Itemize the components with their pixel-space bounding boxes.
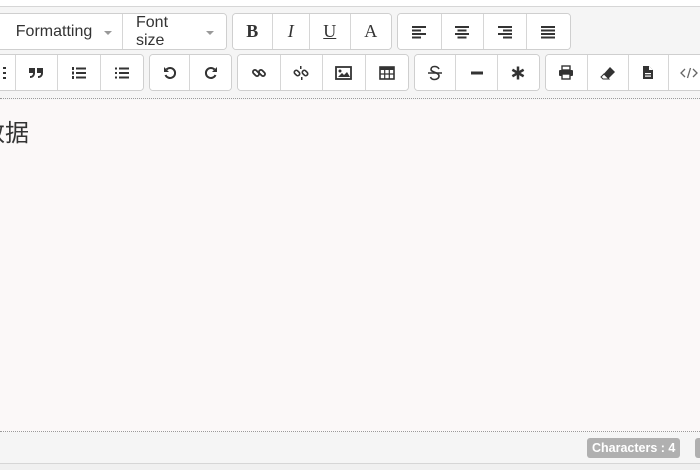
link-icon — [251, 68, 266, 77]
block-group — [0, 54, 144, 91]
strikethrough-button[interactable] — [415, 55, 457, 90]
insert-group — [237, 54, 409, 91]
strikethrough-icon — [428, 65, 443, 80]
align-right-icon — [497, 25, 512, 38]
unlink-button[interactable] — [280, 55, 323, 90]
chevron-down-icon — [104, 30, 113, 35]
formatting-label: Formatting — [15, 22, 93, 40]
eraser-icon — [600, 66, 615, 79]
align-justify-button[interactable] — [526, 14, 570, 49]
blockquote-button[interactable] — [15, 55, 59, 90]
image-button[interactable] — [323, 55, 366, 90]
redo-button[interactable] — [190, 55, 231, 90]
eraser-button[interactable] — [587, 55, 629, 90]
undo-button[interactable] — [150, 55, 191, 90]
code-icon — [679, 67, 698, 78]
special-char-button[interactable] — [497, 55, 539, 90]
quote-icon — [29, 67, 44, 78]
character-count-badge: Characters : 4 — [587, 438, 681, 458]
bold-label: B — [246, 21, 259, 41]
link-button[interactable] — [238, 55, 281, 90]
italic-label: I — [287, 21, 294, 41]
source-code-button[interactable] — [668, 55, 700, 90]
document-button[interactable] — [629, 55, 669, 90]
misc-group — [414, 54, 540, 91]
editor-text[interactable]: 数据 — [0, 113, 29, 148]
unordered-list-icon — [114, 67, 129, 78]
align-left-icon — [412, 25, 427, 38]
status-bar: Characters : 4 — [0, 433, 700, 463]
editor-content-area[interactable]: 数据 — [0, 100, 700, 432]
unordered-list-button[interactable] — [100, 55, 143, 90]
print-button[interactable] — [546, 55, 588, 90]
bold-button[interactable]: B — [233, 14, 273, 49]
document-icon — [643, 66, 654, 79]
tools-group — [545, 54, 700, 91]
undo-icon — [163, 66, 176, 79]
align-center-icon — [455, 25, 470, 38]
text-style-group: B I U A — [232, 13, 392, 50]
formatting-dropdown[interactable]: Formatting — [0, 14, 123, 49]
unlink-icon — [293, 65, 309, 80]
italic-button[interactable]: I — [272, 14, 311, 49]
table-button[interactable] — [365, 55, 408, 90]
editor-toolbar: Formatting Font size B I U A — [0, 7, 700, 99]
font-size-dropdown[interactable]: Font size — [123, 14, 226, 49]
align-justify-icon — [541, 25, 556, 38]
wysiwyg-editor: Formatting Font size B I U A 据 Character… — [0, 0, 700, 470]
font-color-label: A — [364, 21, 378, 41]
asterisk-icon — [512, 66, 525, 79]
table-icon — [378, 65, 395, 80]
minus-icon — [470, 71, 483, 74]
align-left-button[interactable] — [398, 14, 442, 49]
image-icon — [335, 65, 353, 80]
indent-button[interactable] — [0, 55, 16, 90]
text-format-group: Formatting Font size — [0, 13, 227, 50]
alignment-group — [397, 13, 571, 50]
underline-button[interactable]: U — [310, 14, 351, 49]
ordered-list-icon — [71, 66, 86, 79]
indent-icon — [2, 66, 6, 79]
history-group — [149, 54, 232, 91]
print-icon — [559, 65, 574, 80]
align-center-button[interactable] — [441, 14, 485, 49]
redo-icon — [204, 66, 217, 79]
underline-label: U — [323, 21, 337, 41]
font-color-button[interactable]: A — [350, 14, 391, 49]
top-border — [0, 0, 700, 7]
status-badge — [695, 438, 700, 458]
chevron-down-icon — [206, 30, 214, 35]
horizontal-rule-button[interactable] — [456, 55, 498, 90]
align-right-button[interactable] — [484, 14, 527, 49]
font-size-label: Font size — [136, 13, 169, 49]
ordered-list-button[interactable] — [58, 55, 101, 90]
bottom-border — [0, 463, 700, 470]
